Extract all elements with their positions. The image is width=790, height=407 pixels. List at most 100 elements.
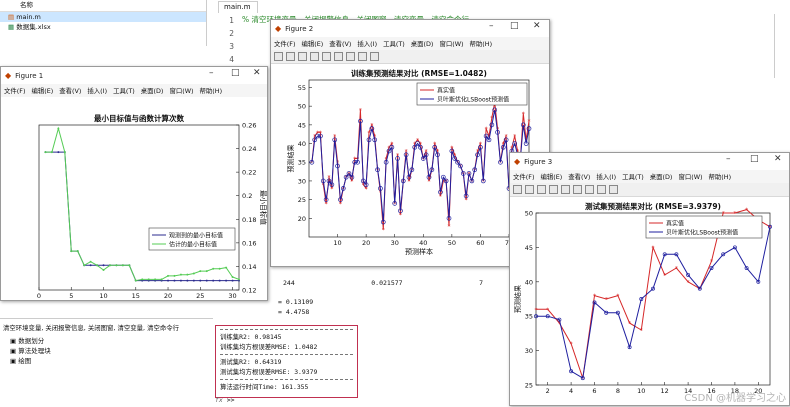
data-point: * [448, 223, 451, 230]
legend-icon[interactable] [346, 52, 355, 61]
data-point: * [528, 119, 531, 126]
menu-edit[interactable]: 编辑(E) [301, 39, 323, 48]
save-icon[interactable] [537, 185, 546, 194]
menu-window[interactable]: 窗口(W) [439, 39, 463, 48]
menu-desktop[interactable]: 桌面(D) [650, 172, 673, 181]
menu-file[interactable]: 文件(F) [274, 39, 295, 48]
colorbar-icon[interactable] [573, 185, 582, 194]
close-button[interactable]: ✕ [533, 21, 541, 31]
chart-title: 最小目标值与函数计算次数 [94, 113, 184, 123]
data-point [218, 267, 221, 270]
pointer-icon[interactable] [597, 185, 606, 194]
x-tick-label: 30 [228, 292, 236, 300]
menu-view[interactable]: 查看(V) [329, 39, 351, 48]
menu-tools[interactable]: 工具(T) [383, 39, 405, 48]
menu-desktop[interactable]: 桌面(D) [411, 39, 434, 48]
legend-icon[interactable] [585, 185, 594, 194]
menu-help[interactable]: 帮助(H) [200, 86, 223, 95]
y-tick-label: 0.24 [242, 145, 256, 153]
data-point [205, 270, 208, 273]
menu-insert[interactable]: 插入(I) [87, 86, 107, 95]
x-tick-label: 10 [99, 292, 107, 300]
menu-file[interactable]: 文件(F) [513, 172, 534, 181]
menu-help[interactable]: 帮助(H) [709, 172, 732, 181]
property-editor-icon[interactable] [609, 185, 618, 194]
menu-tools[interactable]: 工具(T) [622, 172, 644, 181]
open-icon[interactable] [525, 185, 534, 194]
figure-icon: ◆ [514, 157, 521, 166]
maximize-button[interactable]: □ [231, 68, 240, 78]
menu-help[interactable]: 帮助(H) [470, 39, 493, 48]
minimize-button[interactable]: – [489, 21, 494, 31]
new-figure-icon[interactable] [274, 52, 283, 61]
figure-canvas: 训练集预测结果对比 (RMSE=1.0482) 20 25 30 35 40 45 50 55 1… [271, 64, 549, 266]
y-tick-label: 30 [298, 177, 306, 185]
menu-desktop[interactable]: 桌面(D) [141, 86, 164, 95]
property-editor-icon[interactable] [370, 52, 379, 61]
minimize-button[interactable]: – [209, 68, 214, 78]
m-file-icon: ▤ [8, 13, 17, 21]
data-point: * [652, 245, 655, 252]
section-item[interactable]: ▣ 绘图 [0, 356, 213, 366]
maximize-button[interactable]: □ [510, 21, 519, 31]
window-title: Figure 2 [285, 24, 314, 33]
command-prompt[interactable]: fx >> [215, 396, 235, 404]
section-item[interactable]: ▣ 数据划分 [0, 336, 213, 346]
data-point: * [359, 107, 362, 114]
figure-2-chart[interactable]: 训练集预测结果对比 (RMSE=1.0482) 20 25 30 35 40 45 50 55 1… [271, 64, 549, 266]
menu-insert[interactable]: 插入(I) [596, 172, 616, 181]
save-icon[interactable] [298, 52, 307, 61]
y-axis-label: 预测结果 [286, 145, 295, 173]
menu-bar: 文件(F) 编辑(E) 查看(V) 插入(I) 工具(T) 桌面(D) 窗口(W) 帮助(H) [510, 170, 789, 183]
x-tick-label: 6 [592, 387, 596, 395]
close-button[interactable]: ✕ [253, 68, 261, 78]
title-bar[interactable]: ◆ Figure 1 – □ ✕ [1, 67, 267, 84]
x-tick-label: 40 [419, 239, 427, 247]
figure-3-chart[interactable]: 测试集预测结果对比 (RMSE=3.9379) 25 30 35 40 45 50 2 4 6 8 1… [510, 197, 789, 405]
file-item[interactable]: ▦ 数据集.xlsx [0, 22, 206, 32]
minimize-button[interactable]: – [726, 154, 731, 164]
close-button[interactable]: ✕ [774, 154, 782, 164]
colorbar-icon[interactable] [334, 52, 343, 61]
link-icon[interactable] [322, 52, 331, 61]
menu-window[interactable]: 窗口(W) [169, 86, 193, 95]
new-figure-icon[interactable] [513, 185, 522, 194]
data-point: * [535, 307, 538, 314]
editor-tab[interactable]: main.m [218, 1, 258, 13]
data-point [179, 279, 182, 282]
data-point [192, 272, 195, 275]
menu-file[interactable]: 文件(F) [4, 86, 25, 95]
legend-label: 真实值 [666, 220, 684, 228]
section-item[interactable]: ▣ 算法处理块 [0, 346, 213, 356]
title-bar[interactable]: ◆ Figure 3 – □ ✕ [510, 153, 789, 170]
open-icon[interactable] [286, 52, 295, 61]
menu-view[interactable]: 查看(V) [59, 86, 81, 95]
y-tick-label: 0.18 [242, 216, 256, 224]
file-item[interactable]: ▤ main.m [0, 12, 206, 22]
title-bar[interactable]: ◆ Figure 2 – □ ✕ [271, 20, 549, 37]
maximize-button[interactable]: □ [750, 154, 759, 164]
workspace-panel: 清空环境变量, 关闭报警信息, 关闭图窗, 清空变量, 清空命令行 ▣ 数据划分… [0, 318, 213, 406]
menu-edit[interactable]: 编辑(E) [540, 172, 562, 181]
x-tick-label: 10 [637, 387, 645, 395]
menu-tools[interactable]: 工具(T) [113, 86, 135, 95]
link-icon[interactable] [561, 185, 570, 194]
figure-1-chart[interactable]: 最小目标值与函数计算次数 0.12 0.14 0.16 0.18 0.2 0.22 0.24 0… [1, 97, 268, 309]
pointer-icon[interactable] [358, 52, 367, 61]
figure-3-window[interactable]: ◆ Figure 3 – □ ✕ 文件(F) 编辑(E) 查看(V) 插入(I) 工具(T) 桌… [509, 152, 790, 406]
data-point [102, 268, 105, 271]
menu-window[interactable]: 窗口(W) [678, 172, 702, 181]
menu-edit[interactable]: 编辑(E) [31, 86, 53, 95]
editor-divider [774, 14, 775, 78]
menu-insert[interactable]: 插入(I) [357, 39, 377, 48]
y-tick-label: 35 [525, 313, 533, 321]
y-tick-label: 40 [298, 140, 306, 148]
print-icon[interactable] [549, 185, 558, 194]
figure-1-window[interactable]: ◆ Figure 1 – □ ✕ 文件(F) 编辑(E) 查看(V) 插入(I) 工具(T) 桌… [0, 66, 268, 309]
menu-view[interactable]: 查看(V) [568, 172, 590, 181]
data-point: * [370, 122, 373, 129]
print-icon[interactable] [310, 52, 319, 61]
figure-2-window[interactable]: ◆ Figure 2 – □ ✕ 文件(F) 编辑(E) 查看(V) 插入(I) 工具(T) 桌… [270, 19, 550, 267]
data-point: * [522, 111, 525, 118]
data-point [238, 278, 240, 281]
